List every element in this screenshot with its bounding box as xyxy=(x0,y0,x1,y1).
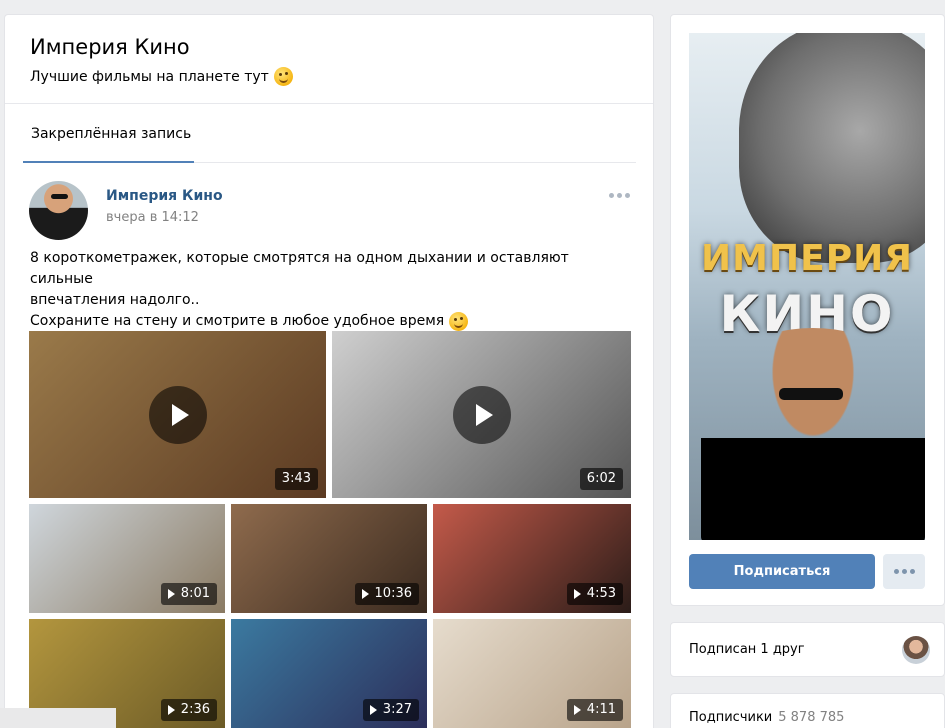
group-title: Империя Кино xyxy=(30,35,190,59)
group-header: Империя Кино Лучшие фильмы на планете ту… xyxy=(5,15,653,104)
video-duration-text: 4:53 xyxy=(586,586,616,601)
video-thumbnail[interactable]: 4:11 xyxy=(433,619,631,728)
subscribers-title: Подписчики xyxy=(689,710,773,725)
play-small-icon xyxy=(573,705,581,715)
video-thumbnail[interactable]: 4:53 xyxy=(433,504,631,613)
play-small-icon xyxy=(369,705,377,715)
poster-ape-graphic xyxy=(739,33,925,263)
play-icon[interactable] xyxy=(452,385,511,444)
video-duration: 10:36 xyxy=(354,583,419,605)
video-thumbnail[interactable]: 3:27 xyxy=(231,619,427,728)
wall-tabs: Закреплённая запись xyxy=(23,104,636,163)
subscribers-card[interactable]: Подписчики 5 878 785 xyxy=(670,693,945,728)
tab-pinned-post[interactable]: Закреплённая запись xyxy=(31,126,191,142)
play-small-icon xyxy=(361,589,369,599)
post-header: Империя Кино вчера в 14:12 xyxy=(5,181,653,251)
video-duration: 4:53 xyxy=(566,583,623,605)
author-avatar[interactable] xyxy=(29,181,88,240)
wink-emoji-icon xyxy=(449,312,469,331)
video-duration: 8:01 xyxy=(160,583,217,605)
friend-avatar[interactable] xyxy=(902,636,930,664)
group-cover-card: ИМПЕРИЯ КИНО Подписаться xyxy=(670,14,945,606)
active-tab-indicator xyxy=(23,161,194,163)
video-duration: 4:11 xyxy=(566,699,623,721)
post-text-line: впечатления надолго.. xyxy=(30,292,200,308)
video-duration-text: 4:11 xyxy=(586,702,616,717)
video-duration: 3:43 xyxy=(274,468,318,490)
video-duration: 6:02 xyxy=(579,468,623,490)
post-text-line: Сохраните на стену и смотрите в любое уд… xyxy=(30,313,445,329)
post-text-line-with-emoji: Сохраните на стену и смотрите в любое уд… xyxy=(30,311,620,332)
group-status-text: Лучшие фильмы на планете тут xyxy=(30,68,269,85)
video-thumbnail[interactable]: 10:36 xyxy=(231,504,427,613)
bottom-left-overlay xyxy=(0,708,116,728)
wink-emoji-icon xyxy=(273,67,293,86)
post-more-icon[interactable] xyxy=(609,193,630,198)
post-time[interactable]: вчера в 14:12 xyxy=(106,210,199,225)
video-thumbnail[interactable]: 6:02 xyxy=(332,331,631,498)
friends-label: Подписан 1 друг xyxy=(689,642,805,657)
play-small-icon xyxy=(573,589,581,599)
video-duration-text: 6:02 xyxy=(586,471,616,486)
video-duration-text: 3:27 xyxy=(382,702,412,717)
video-duration-text: 10:36 xyxy=(374,586,412,601)
post-text: 8 короткометражек, которые смотрятся на … xyxy=(5,248,645,332)
video-thumbnail[interactable]: 8:01 xyxy=(29,504,225,613)
video-duration: 2:36 xyxy=(160,699,217,721)
video-duration-text: 8:01 xyxy=(180,586,210,601)
video-thumbnail[interactable]: 3:43 xyxy=(29,331,326,498)
subscribers-count: 5 878 785 xyxy=(778,710,845,725)
poster-actor-graphic xyxy=(701,328,925,540)
post-text-line: 8 короткометражек, которые смотрятся на … xyxy=(30,250,569,287)
video-duration: 3:27 xyxy=(362,699,419,721)
more-actions-icon[interactable] xyxy=(883,554,925,589)
group-status: Лучшие фильмы на планете тут xyxy=(30,67,653,86)
group-poster-image[interactable]: ИМПЕРИЯ КИНО xyxy=(689,33,925,540)
friends-card[interactable]: Подписан 1 друг xyxy=(670,622,945,677)
post-author[interactable]: Империя Кино xyxy=(106,188,223,204)
video-duration-text: 2:36 xyxy=(180,702,210,717)
poster-title-line1: ИМПЕРИЯ xyxy=(701,238,913,279)
play-small-icon xyxy=(167,589,175,599)
video-duration-text: 3:43 xyxy=(281,471,311,486)
play-icon[interactable] xyxy=(148,385,207,444)
main-wall-card: Империя Кино Лучшие фильмы на планете ту… xyxy=(4,14,654,728)
poster-sunglasses-graphic xyxy=(779,388,843,400)
subscribers-label: Подписчики 5 878 785 xyxy=(689,710,844,725)
subscribe-button[interactable]: Подписаться xyxy=(689,554,875,589)
play-small-icon xyxy=(167,705,175,715)
